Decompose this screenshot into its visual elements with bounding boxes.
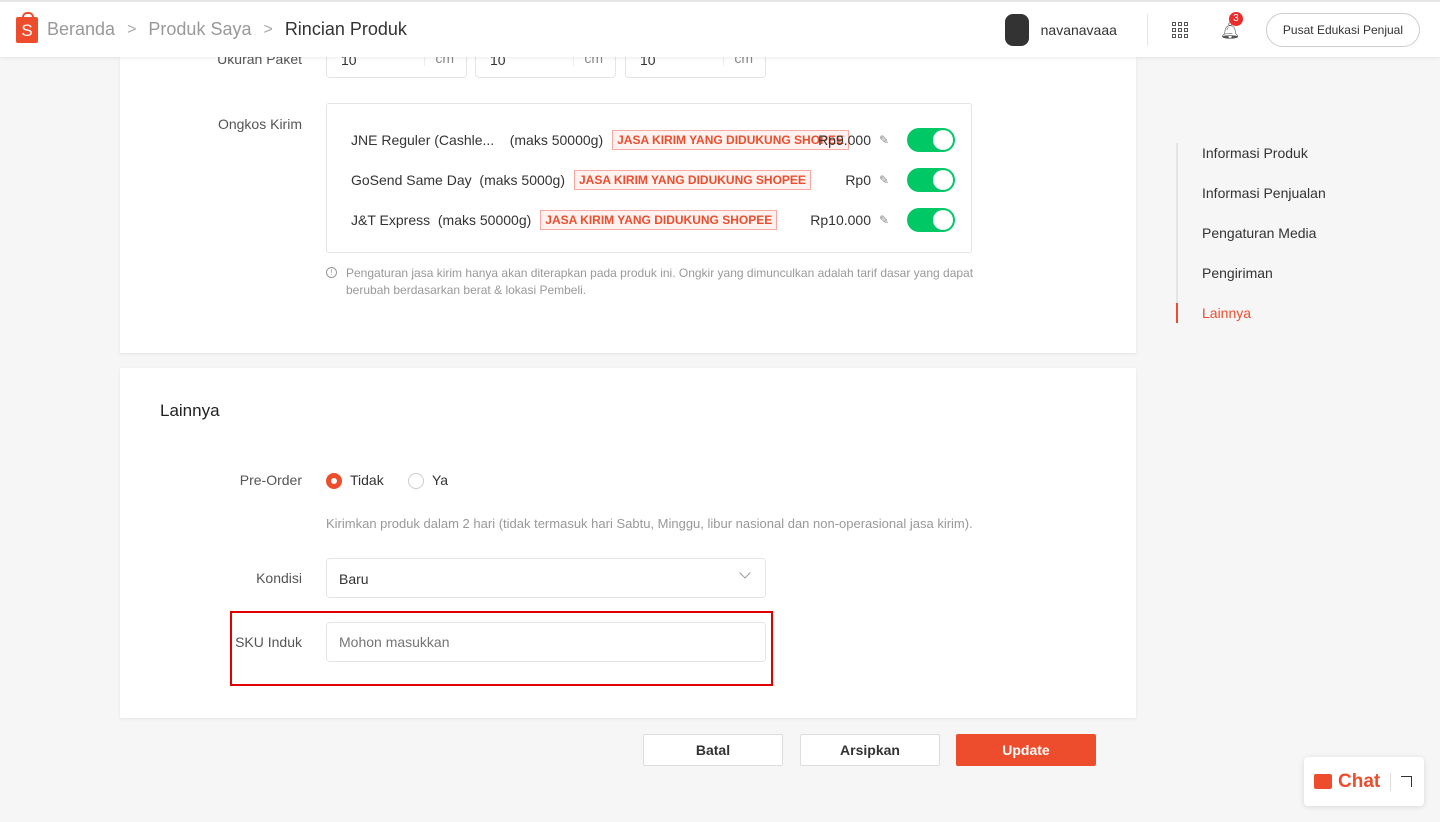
- courier-toggle[interactable]: [907, 128, 955, 152]
- section-title: Lainnya: [160, 401, 220, 420]
- chevron-down-icon: [739, 567, 751, 579]
- archive-button[interactable]: Arsipkan: [800, 734, 940, 766]
- preorder-yes-radio[interactable]: Ya: [408, 472, 448, 490]
- info-icon: !: [326, 267, 337, 278]
- divider: [1146, 13, 1148, 46]
- shipping-label: Ongkos Kirim: [217, 116, 302, 132]
- breadcrumb-products[interactable]: Produk Saya: [148, 19, 251, 40]
- cancel-button[interactable]: Batal: [643, 734, 783, 766]
- courier-row: GoSend Same Day (maks 5000g) JASA KIRIM Y…: [351, 168, 955, 192]
- shipping-card: Ukuran Paket 10 cm 10 cm 10 cm Ongkos Kirim…: [120, 40, 1136, 353]
- avatar[interactable]: [1004, 13, 1029, 46]
- edit-pencil-icon[interactable]: ✎: [879, 133, 889, 147]
- radio-selected-icon: [326, 473, 342, 490]
- chat-bubble-icon: [1314, 774, 1332, 789]
- nav-item-other[interactable]: Lainnya: [1176, 303, 1326, 323]
- condition-select[interactable]: Baru: [326, 558, 766, 598]
- edit-pencil-icon[interactable]: ✎: [879, 173, 889, 187]
- update-button[interactable]: Update: [956, 734, 1096, 766]
- breadcrumb-home[interactable]: Beranda: [47, 19, 115, 40]
- other-card: Lainnya Pre-Order Tidak Ya Kirimkan prod…: [120, 368, 1136, 718]
- username[interactable]: navanavaaa: [1041, 22, 1117, 38]
- chat-label: Chat: [1338, 770, 1381, 792]
- chevron-right-icon: >: [263, 20, 273, 38]
- sku-label: SKU Induk: [235, 634, 302, 650]
- nav-item-product-info[interactable]: Informasi Produk: [1178, 143, 1326, 183]
- divider: [1390, 772, 1392, 791]
- nav-item-sales-info[interactable]: Informasi Penjualan: [1178, 183, 1326, 223]
- preorder-label: Pre-Order: [239, 472, 302, 488]
- side-nav: Informasi Produk Informasi Penjualan Pen…: [1176, 143, 1326, 323]
- preorder-no-radio[interactable]: Tidak: [326, 472, 384, 490]
- bell-icon[interactable]: 🔔︎ 3: [1220, 11, 1243, 40]
- chat-widget[interactable]: Chat: [1304, 757, 1424, 806]
- courier-toggle[interactable]: [907, 208, 955, 232]
- supported-tag: JASA KIRIM YANG DIDUKUNG SHOPEE: [574, 170, 811, 190]
- supported-tag: JASA KIRIM YANG DIDUKUNG SHOPEE: [612, 130, 850, 150]
- nav-item-shipping[interactable]: Pengiriman: [1178, 263, 1326, 303]
- apps-grid-icon[interactable]: [1171, 21, 1188, 38]
- breadcrumb-current: Rincian Produk: [284, 19, 407, 39]
- seller-education-button[interactable]: Pusat Edukasi Penjual: [1265, 12, 1420, 47]
- nav-item-media[interactable]: Pengaturan Media: [1178, 223, 1326, 263]
- edit-pencil-icon[interactable]: ✎: [879, 213, 889, 227]
- condition-label: Kondisi: [256, 570, 302, 586]
- preorder-hint: Kirimkan produk dalam 2 hari (tidak term…: [326, 516, 973, 531]
- courier-list: JNE Reguler (Cashle... (maks 50000g) JASA…: [326, 103, 972, 253]
- courier-row: JNE Reguler (Cashle... (maks 50000g) JASA…: [351, 128, 955, 152]
- radio-icon: [408, 473, 424, 490]
- notification-badge: 3: [1228, 11, 1243, 26]
- shopee-logo[interactable]: S: [16, 11, 38, 43]
- minimize-icon[interactable]: [1401, 776, 1413, 787]
- shipping-note: ! Pengaturan jasa kirim hanya akan ditera…: [326, 265, 976, 299]
- sku-input[interactable]: [326, 622, 766, 662]
- chevron-right-icon: >: [127, 20, 137, 38]
- courier-toggle[interactable]: [907, 168, 955, 192]
- top-bar: S Beranda > Produk Saya > Rincian Produk n…: [0, 0, 1440, 57]
- supported-tag: JASA KIRIM YANG DIDUKUNG SHOPEE: [540, 210, 778, 230]
- courier-row: J&T Express (maks 50000g) JASA KIRIM YANG…: [351, 208, 955, 232]
